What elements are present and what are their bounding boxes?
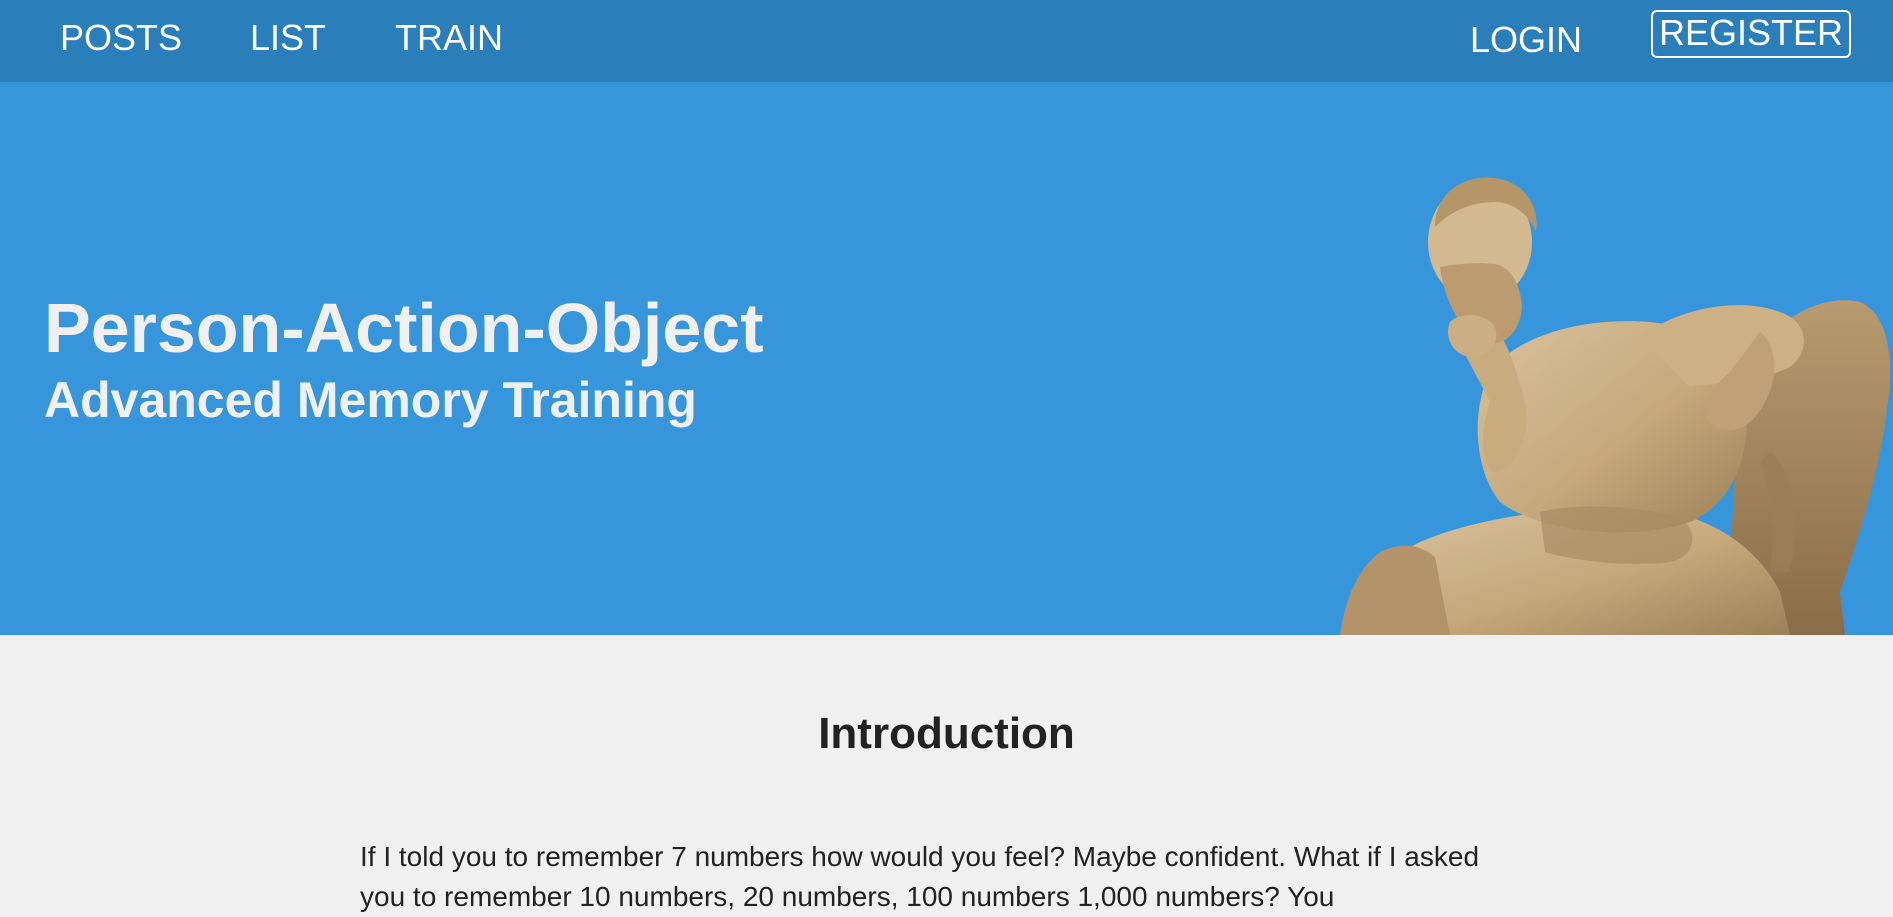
main-content: Introduction If I told you to remember 7…: [0, 635, 1893, 912]
top-navbar: POSTS LIST TRAIN LOGIN REGISTER: [0, 0, 1893, 82]
thinker-statue-image: [1340, 177, 1891, 635]
hero-subtitle: Advanced Memory Training: [44, 372, 697, 428]
nav-list-link[interactable]: LIST: [250, 18, 326, 58]
introduction-heading: Introduction: [818, 709, 1075, 758]
hero-banner: Person-Action-Object Advanced Memory Tra…: [0, 82, 1893, 635]
register-button[interactable]: REGISTER: [1651, 10, 1851, 58]
nav-train-link[interactable]: TRAIN: [395, 18, 503, 58]
nav-login-link[interactable]: LOGIN: [1470, 20, 1582, 60]
introduction-paragraph: If I told you to remember 7 numbers how …: [360, 841, 1480, 912]
hero-title: Person-Action-Object: [44, 289, 764, 367]
nav-posts-link[interactable]: POSTS: [60, 18, 182, 58]
